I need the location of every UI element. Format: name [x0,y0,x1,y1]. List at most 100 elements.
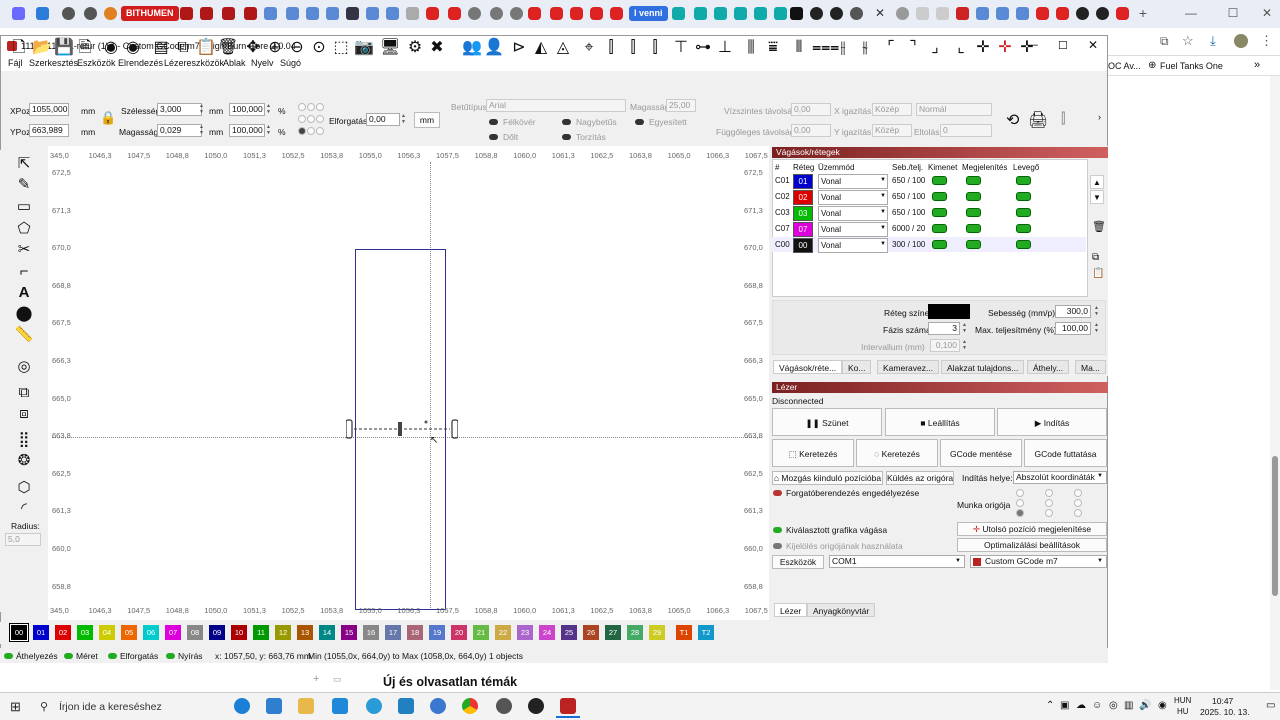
tab-favicon[interactable] [550,7,563,20]
tab-favicon[interactable] [1096,7,1109,20]
space-h-icon[interactable]: ⫴ [790,39,808,57]
tab-camera[interactable]: Kameravez... [877,360,940,374]
xalign-select[interactable]: Közép [872,103,912,116]
origin-radio[interactable] [1074,499,1082,507]
offset-tool-icon[interactable]: ◎ [14,358,34,376]
copy-icon[interactable]: ⧉ [174,39,192,57]
origin-radio[interactable] [1016,509,1024,517]
interval-spinner[interactable]: ▲ ▼ [961,339,968,352]
menu-arrange[interactable]: Elrendezés [118,58,163,68]
chrome-icon[interactable] [462,698,478,714]
tab-cuts-layers[interactable]: Vágások/réte... [773,360,843,374]
same-width-icon[interactable]: ⫲ [834,39,852,57]
palette-swatch-16[interactable]: 16 [363,625,379,640]
show-toggle[interactable] [966,224,981,233]
weld-toggle[interactable] [635,119,644,125]
port-select[interactable]: COM1 [829,555,965,568]
delete-icon[interactable]: 🗑 [218,39,238,57]
cut-selected-toggle[interactable] [773,527,782,533]
measure-tool-icon[interactable]: 📏 [14,326,34,344]
align-right-icon[interactable]: ⫿ [646,39,664,57]
go-to-origin-button[interactable]: Küldés az origóra [886,471,954,485]
rectangle-tool-icon[interactable]: ▭ [14,198,34,216]
zoom-in-icon[interactable]: ⊕ [266,39,284,57]
rotate-spinner[interactable]: ▲ ▼ [400,113,407,126]
corner-br-icon[interactable]: ⌞ [952,39,970,57]
export-icon[interactable]: ◉ [124,39,142,57]
palette-swatch-10[interactable]: 10 [231,625,247,640]
show-toggle[interactable] [966,192,981,201]
palette-swatch-T1[interactable]: T1 [676,625,692,640]
tab-favicon[interactable] [36,7,49,20]
palette-swatch-14[interactable]: 14 [319,625,335,640]
layer-down-icon[interactable]: ▼ [1090,190,1104,204]
tab-l-venni[interactable]: l venni [629,6,668,21]
air-toggle[interactable] [1016,176,1031,185]
anchor-radio[interactable] [298,115,306,123]
tab-favicon[interactable] [1036,7,1049,20]
origin-radio[interactable] [1074,509,1082,517]
palette-swatch-13[interactable]: 13 [297,625,313,640]
network-icon[interactable]: ▥ [1124,700,1133,711]
anchor-radio[interactable] [307,103,315,111]
clock-date[interactable]: 2025. 10. 13. [1200,707,1250,717]
corner-radius-icon[interactable]: ◜ [14,500,34,518]
import-icon[interactable]: ◉ [102,39,120,57]
output-toggle[interactable] [932,208,947,217]
tab-material[interactable]: Ma... [1075,360,1106,374]
start-from-select[interactable]: Abszolút koordináták [1013,471,1107,484]
tray-app-icon[interactable]: ◎ [1109,700,1118,711]
chevron-down-icon[interactable]: ▼ [955,558,961,564]
scale-y-input[interactable]: 100,000 [229,124,265,137]
palette-swatch-05[interactable]: 05 [121,625,137,640]
rotate-toggle[interactable] [108,653,117,659]
tab-favicon[interactable] [810,7,823,20]
tab-favicon[interactable] [366,7,379,20]
new-tab-icon[interactable]: + [1132,4,1154,22]
scrollbar-thumb[interactable] [1272,456,1278,596]
browser-scrollbar[interactable] [1270,76,1280,690]
stop-button[interactable]: ■ Leállítás [885,408,995,436]
hspace-input[interactable]: 0,00 [791,103,831,116]
font-size-input[interactable]: 25,00 [666,99,696,112]
origin-radio[interactable] [1074,489,1082,497]
layer-mode-select[interactable]: Vonal [818,206,888,221]
origin-radio[interactable] [1045,509,1053,517]
paste-layer-icon[interactable]: 📋 [1092,268,1104,279]
camera-icon[interactable]: 📷 [354,39,374,57]
palette-swatch-26[interactable]: 26 [583,625,599,640]
radius-input[interactable]: 5,0 [5,533,41,546]
center-icon[interactable]: ⌖ [580,39,598,57]
tray-app-icon[interactable]: ▣ [1060,700,1069,711]
tab-favicon[interactable] [12,7,25,20]
show-toggle[interactable] [966,176,981,185]
tab-favicon[interactable] [468,7,481,20]
tab-favicon[interactable] [916,7,929,20]
close-window-icon[interactable]: ✕ [1088,38,1098,52]
tab-favicon[interactable] [264,7,277,20]
tab-favicon[interactable] [448,7,461,20]
tab-favicon[interactable] [830,7,843,20]
bookmark-item[interactable]: OC Av... [1108,61,1141,71]
tab-favicon[interactable] [490,7,503,20]
chevron-down-icon[interactable]: ▼ [880,222,886,235]
task-view-icon[interactable] [266,698,282,714]
start-button[interactable]: ▶ Indítás [997,408,1107,436]
air-toggle[interactable] [1016,224,1031,233]
move-icon[interactable]: ✥ [244,39,262,57]
app-icon[interactable] [366,698,382,714]
anchor-radio[interactable] [307,127,315,135]
palette-swatch-29[interactable]: 29 [649,625,665,640]
lock-icon[interactable]: 🔒 [100,110,116,126]
maximize-icon[interactable]: ☐ [1222,4,1244,22]
corner-bl-icon[interactable]: ⌟ [926,39,944,57]
tab-material-library[interactable]: Anyagkönyvtár [807,603,876,617]
bold-toggle[interactable] [489,119,498,125]
rotate-input[interactable]: 0,00 [366,113,400,126]
forum-heading[interactable]: Új és olvasatlan témák [383,675,517,689]
minimize-icon[interactable]: — [1180,4,1202,22]
menu-edit[interactable]: Szerkesztés [29,58,78,68]
palette-swatch-12[interactable]: 12 [275,625,291,640]
tab-shape-properties[interactable]: Alakzat tulajdons... [941,360,1025,374]
layer-row[interactable]: C02 02 Vonal ▼ 650 / 100 [772,189,1086,205]
